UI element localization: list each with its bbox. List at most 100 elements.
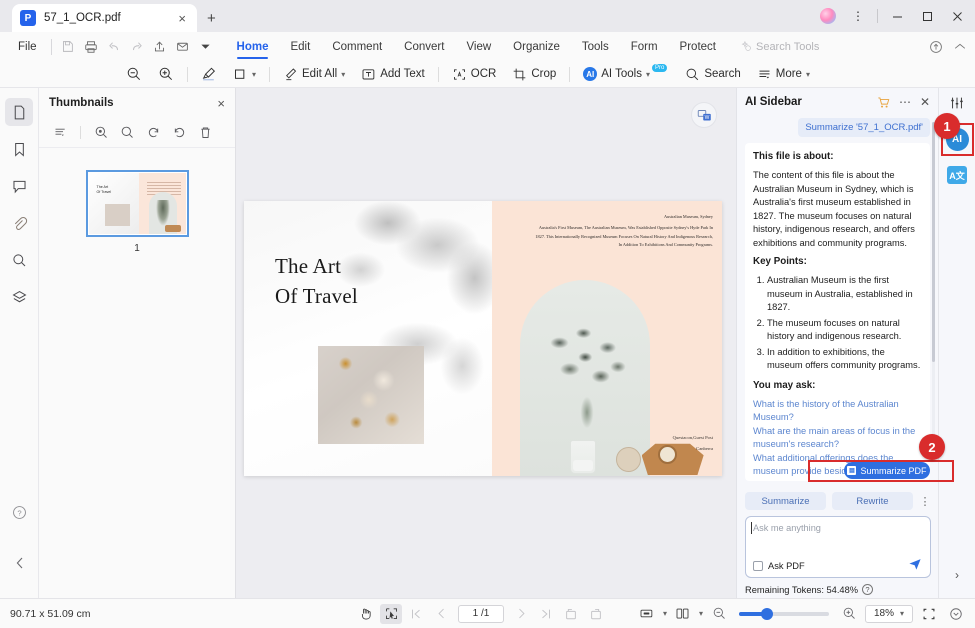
help-button[interactable]: ? [6,498,34,526]
document-canvas[interactable]: W The Art Of Travel Australian Museum, S… [236,88,736,598]
page-number-input[interactable]: 1 /1 [458,604,504,623]
thumbnail-zoom-out-button[interactable] [116,122,138,144]
quick-actions-more-icon[interactable]: ⋮ [919,495,931,508]
expand-right-rail-button[interactable]: › [955,568,959,582]
previous-page-button[interactable] [430,604,452,624]
redo-icon[interactable] [127,37,147,57]
user-prompt-chip[interactable]: Summarize '57_1_OCR.pdf' [798,118,930,137]
window-more-icon[interactable]: ⋮ [844,3,872,29]
menu-item-edit[interactable]: Edit [279,32,321,61]
minimize-button[interactable] [883,3,911,29]
search-button[interactable]: Search [677,62,748,86]
fit-screen-button[interactable] [918,604,940,624]
chevron-down-icon[interactable]: ▾ [699,609,703,618]
zoom-out-status-button[interactable] [708,604,730,624]
menu-item-form[interactable]: Form [620,32,669,61]
next-page-button[interactable] [510,604,532,624]
highlight-button[interactable] [193,62,225,86]
menu-item-tools[interactable]: Tools [571,32,620,61]
shape-button[interactable]: ▾ [225,62,264,86]
quick-access-toolbar [58,37,216,57]
rotate-right-button[interactable] [168,122,190,144]
rotate-counterclockwise-button[interactable] [560,604,582,624]
document-title-line1: The Art [275,254,342,278]
document-tab[interactable]: P 57_1_OCR.pdf × [12,4,197,32]
cart-icon[interactable] [877,96,890,109]
pdf-page[interactable]: The Art Of Travel Australian Museum, Syd… [244,201,722,476]
menu-file[interactable]: File [10,41,45,53]
close-thumbnails-icon[interactable]: × [217,96,225,111]
hand-tool-button[interactable] [355,604,377,624]
avatar[interactable] [814,3,842,29]
sidebar-item-layers[interactable] [5,283,33,311]
cloud-upload-icon[interactable] [929,40,943,54]
tokens-help-icon[interactable]: ? [862,584,874,595]
rotate-clockwise-button[interactable] [585,604,607,624]
summarize-button[interactable]: Summarize [745,492,826,510]
chevron-down-icon[interactable]: ▾ [663,609,667,618]
ask-pdf-toggle[interactable]: Ask PDF [753,561,805,571]
ai-answer-scrollbar-thumb[interactable] [932,122,935,362]
suggested-question-1[interactable]: What is the history of the Australian Mu… [753,398,922,425]
rewrite-button[interactable]: Rewrite [832,492,913,510]
last-page-button[interactable] [535,604,557,624]
menu-item-view[interactable]: View [455,32,502,61]
view-mode-button[interactable] [636,604,658,624]
ai-tools-button[interactable]: AI AI Tools ▾ Pro [575,62,677,86]
add-text-button[interactable]: Add Text [353,62,433,86]
ask-pdf-checkbox[interactable] [753,561,763,571]
first-page-button[interactable] [405,604,427,624]
close-window-button[interactable] [943,3,971,29]
zoom-slider-handle[interactable] [761,607,773,620]
save-icon[interactable] [58,37,78,57]
sidebar-item-pages[interactable] [5,98,33,126]
thumbnail-list-button[interactable] [49,122,71,144]
delete-page-button[interactable] [194,122,216,144]
sidebar-item-attachments[interactable] [5,209,33,237]
email-icon[interactable] [173,37,193,57]
zoom-slider[interactable] [739,607,829,620]
zoom-in-button[interactable] [150,62,182,86]
ocr-button[interactable]: OCR [444,62,505,86]
sidebar-item-comments[interactable] [5,172,33,200]
zoom-out-button[interactable] [118,62,150,86]
share-document-button[interactable]: W [691,102,717,128]
zoom-in-status-button[interactable] [838,604,860,624]
layout-mode-button[interactable] [672,604,694,624]
ai-sidebar-more-icon[interactable]: ⋯ [899,95,911,109]
edit-all-button[interactable]: Edit All ▾ [275,62,353,86]
sidebar-item-bookmarks[interactable] [5,135,33,163]
translate-button[interactable]: A文 [947,166,967,184]
share-icon[interactable] [150,37,170,57]
menu-item-home[interactable]: Home [226,32,280,61]
thumbnail-zoom-in-button[interactable] [90,122,112,144]
quick-access-more-icon[interactable] [196,37,216,57]
print-icon[interactable] [81,37,101,57]
ai-settings-button[interactable] [949,95,965,111]
menu-item-organize[interactable]: Organize [502,32,571,61]
menu-item-convert[interactable]: Convert [393,32,455,61]
undo-icon[interactable] [104,37,124,57]
chevron-down-icon[interactable]: ▾ [900,609,904,618]
new-tab-icon[interactable]: + [207,10,216,27]
maximize-button[interactable] [913,3,941,29]
ai-sidebar-close-icon[interactable]: ✕ [920,95,930,109]
ask-input-container[interactable]: Ask me anything Ask PDF [745,516,931,578]
collapse-ribbon-icon[interactable] [953,40,967,54]
zoom-level-input[interactable]: 18% ▾ [865,604,913,623]
search-tools-field[interactable]: Search Tools [741,41,819,53]
crop-button[interactable]: Crop [504,62,564,86]
more-button[interactable]: More ▾ [749,62,818,86]
menu-item-protect[interactable]: Protect [669,32,727,61]
thumbnail-page-1[interactable]: The Art Of Travel [85,170,189,237]
rotate-left-button[interactable] [142,122,164,144]
collapse-sidebar-button[interactable] [6,549,34,577]
menu-item-comment[interactable]: Comment [321,32,393,61]
suggested-question-2[interactable]: What are the main areas of focus in the … [753,425,922,452]
select-tool-button[interactable] [380,603,402,624]
send-message-button[interactable] [908,557,922,571]
chevron-left-icon [16,557,22,569]
zoom-more-button[interactable] [945,604,967,624]
close-tab-icon[interactable]: × [175,11,189,26]
sidebar-item-search[interactable] [5,246,33,274]
